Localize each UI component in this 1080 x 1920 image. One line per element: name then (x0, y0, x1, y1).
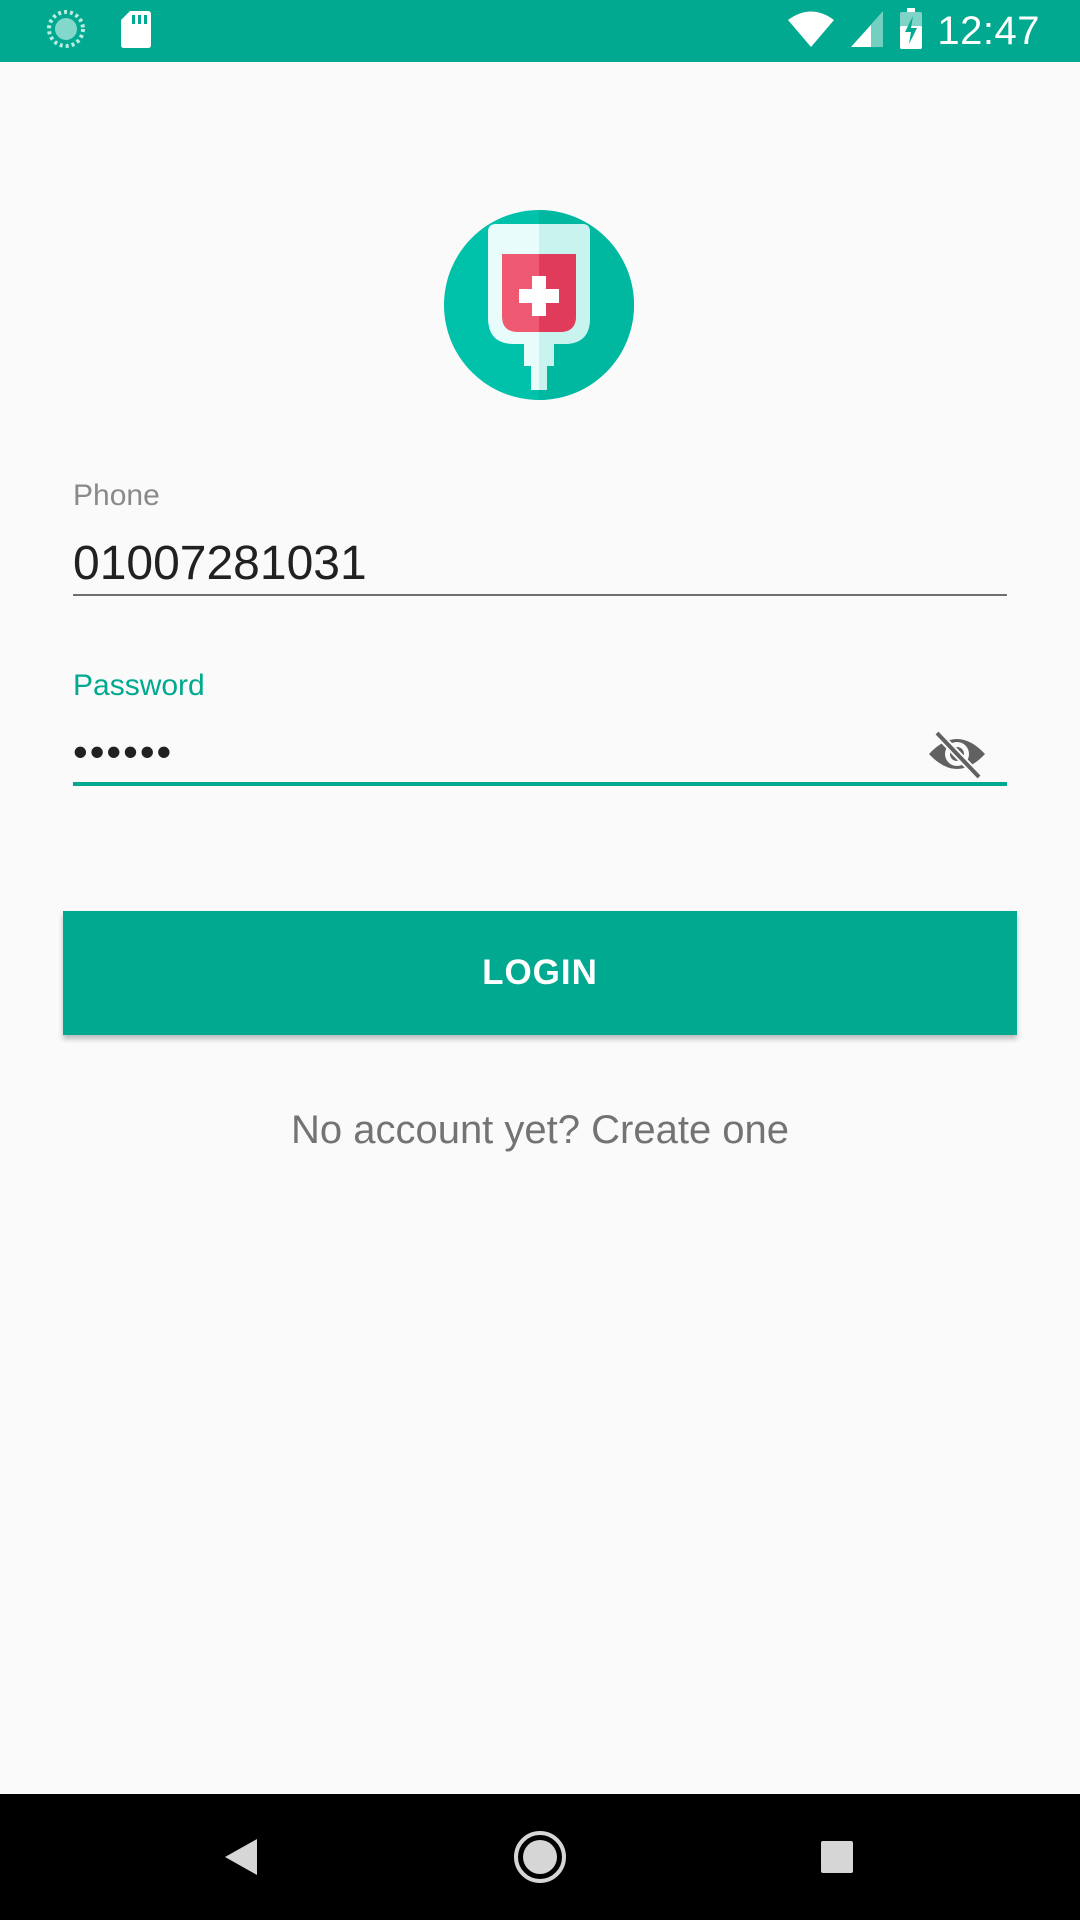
password-input[interactable]: •••••• (73, 704, 1007, 786)
password-value: •••••• (73, 728, 174, 775)
login-button[interactable]: LOGIN (63, 911, 1017, 1035)
home-icon[interactable] (510, 1827, 570, 1887)
status-left-icons (46, 9, 152, 54)
status-bar: 12:47 (0, 0, 1080, 62)
back-icon[interactable] (211, 1827, 271, 1887)
status-right-icons: 12:47 (787, 7, 1040, 55)
navigation-bar (0, 1794, 1080, 1920)
phone-value: 01007281031 (73, 537, 367, 590)
battery-charging-icon (899, 7, 923, 55)
phone-label: Phone (73, 479, 160, 512)
password-label: Password (73, 669, 205, 702)
phone-underline (73, 594, 1007, 596)
recents-icon[interactable] (807, 1827, 867, 1887)
password-underline (73, 782, 1007, 786)
sd-card-icon (120, 9, 152, 54)
create-account-link[interactable]: No account yet? Create one (0, 1100, 1080, 1160)
visibility-off-icon[interactable] (927, 724, 987, 784)
phone-field[interactable]: Phone 01007281031 (73, 478, 1007, 596)
sync-icon (46, 9, 86, 54)
signal-icon (849, 9, 885, 54)
phone-input[interactable]: 01007281031 (73, 514, 1007, 596)
password-field[interactable]: Password •••••• (73, 668, 1007, 786)
wifi-icon (787, 9, 835, 54)
status-time: 12:47 (937, 9, 1040, 53)
blood-bag-icon (444, 210, 634, 400)
